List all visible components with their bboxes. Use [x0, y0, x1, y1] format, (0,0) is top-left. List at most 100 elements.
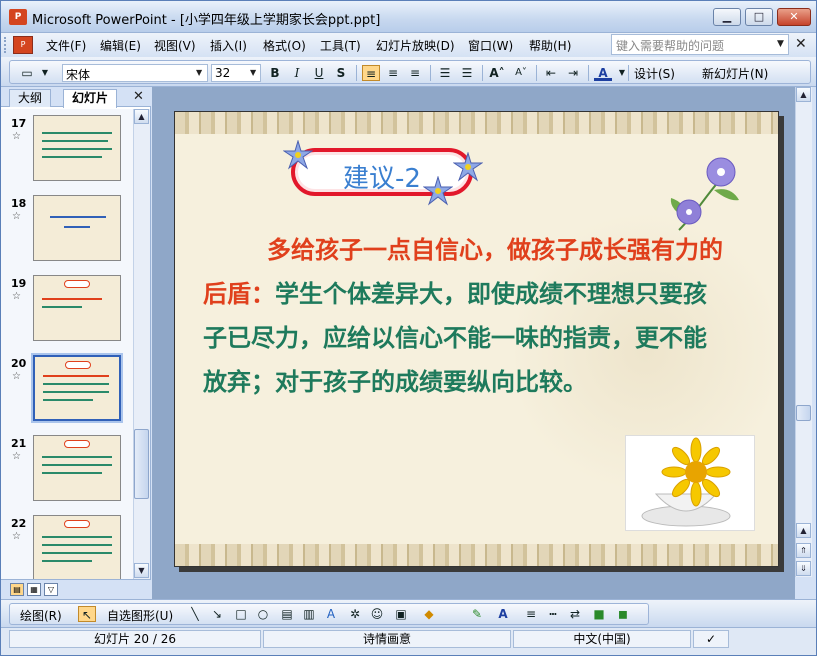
menu-file[interactable]: 文件(F) — [46, 37, 86, 54]
tab-outline[interactable]: 大纲 — [9, 89, 52, 107]
scroll-thumb[interactable] — [134, 429, 149, 499]
arrow-icon[interactable]: ↘ — [208, 606, 226, 622]
scroll-up-icon[interactable]: ▲ — [796, 87, 811, 102]
decrease-indent-icon[interactable]: ⇤ — [542, 65, 560, 81]
ppt-icon[interactable]: P — [9, 9, 27, 25]
autoshapes-button[interactable]: 自选图形(U) — [107, 607, 173, 624]
line-style-icon[interactable]: ≡ — [522, 606, 540, 622]
next-slide-icon[interactable]: ⇓ — [796, 561, 811, 576]
close-icon[interactable]: ✕ — [795, 36, 807, 52]
rectangle-icon[interactable]: □ — [232, 606, 250, 622]
arrow-style-icon[interactable]: ⇄ — [566, 606, 584, 622]
list-item[interactable]: 22 ☆ — [1, 515, 133, 579]
list-item[interactable]: 20 ☆ — [1, 353, 133, 427]
list-item[interactable]: 18 ☆ — [1, 195, 133, 267]
slide-thumbnail-selected[interactable] — [31, 353, 123, 423]
menu-help[interactable]: 帮助(H) — [529, 37, 571, 54]
drawing-toolbar: 绘图(R) ↖ 自选图形(U) ╲ ↘ □ ○ ▤ ▥ A ✲ ☺ ▣ ◆ ✎ … — [1, 599, 816, 627]
picture-icon[interactable]: ▣ — [392, 606, 410, 622]
design-button[interactable]: 设计(S) — [634, 65, 675, 82]
menu-slideshow[interactable]: 幻灯片放映(D) — [376, 37, 455, 54]
align-left-button[interactable]: ≡ — [362, 65, 380, 81]
new-document-icon[interactable]: ▭ — [18, 65, 36, 81]
slides-panel: 大纲 幻灯片 ✕ 17 ☆ 18 ☆ 19 ☆ 20 ☆ 21 ☆ 22 ☆ ▲… — [1, 87, 151, 599]
menu-window[interactable]: 窗口(W) — [468, 37, 513, 54]
scroll-up-icon[interactable]: ▲ — [134, 109, 149, 124]
thumb-text-line — [42, 544, 112, 546]
slide-thumbnail[interactable] — [33, 435, 121, 501]
diagram-icon[interactable]: ✲ — [346, 606, 364, 622]
align-center-button[interactable]: ≡ — [384, 65, 402, 81]
shadow-style-icon[interactable]: ■ — [590, 606, 608, 622]
panel-scrollbar[interactable]: ▲ ▼ — [133, 109, 150, 579]
increase-font-icon[interactable]: A˄ — [488, 65, 506, 81]
toolbar-grip[interactable] — [4, 37, 8, 53]
thumb-text-line — [43, 375, 109, 377]
list-item[interactable]: 17 ☆ — [1, 115, 133, 187]
slide-editing-area: 建议-2 多给孩子一点自信心，做孩子成长强有力的后盾：学生个体差异大，即使成绩不… — [152, 87, 795, 599]
textbox-icon[interactable]: ▤ — [278, 606, 296, 622]
scroll-down-icon[interactable]: ▼ — [134, 563, 149, 578]
scroll-down-icon[interactable]: ▲ — [796, 523, 811, 538]
menu-insert[interactable]: 插入(I) — [210, 37, 247, 54]
tab-slides[interactable]: 幻灯片 — [63, 89, 118, 108]
new-slide-button[interactable]: 新幻灯片(N) — [702, 65, 768, 82]
normal-view-icon[interactable]: ▤ — [10, 583, 24, 596]
bold-button[interactable]: B — [266, 65, 284, 81]
font-color-icon[interactable]: A — [494, 606, 512, 622]
chevron-down-icon[interactable]: ▼ — [250, 68, 256, 77]
scroll-thumb[interactable] — [796, 405, 811, 421]
slide-scrollbar[interactable]: ▲ ▲ ⇑ ⇓ — [795, 87, 812, 577]
font-name-select[interactable]: 宋体 — [62, 64, 208, 82]
slide-body-text[interactable]: 多给孩子一点自信心，做孩子成长强有力的后盾：学生个体差异大，即使成绩不理想只要孩… — [203, 228, 723, 404]
draw-menu-button[interactable]: 绘图(R) — [20, 607, 62, 624]
shadow-button[interactable]: S — [332, 65, 350, 81]
list-item[interactable]: 21 ☆ — [1, 435, 133, 507]
help-search-input[interactable]: 键入需要帮助的问题 — [611, 34, 789, 55]
italic-button[interactable]: I — [288, 65, 306, 81]
document-icon[interactable]: P — [13, 36, 33, 54]
separator — [356, 65, 357, 81]
wordart-icon[interactable]: A — [322, 606, 340, 622]
close-icon[interactable]: ✕ — [133, 89, 144, 104]
slideshow-icon[interactable]: ▽ — [44, 583, 58, 596]
clipart-icon[interactable]: ☺ — [368, 606, 386, 622]
menu-format[interactable]: 格式(O) — [263, 37, 306, 54]
increase-indent-icon[interactable]: ⇥ — [564, 65, 582, 81]
numbered-list-icon[interactable]: ☰ — [436, 65, 454, 81]
current-slide[interactable]: 建议-2 多给孩子一点自信心，做孩子成长强有力的后盾：学生个体差异大，即使成绩不… — [174, 111, 779, 567]
menu-tools[interactable]: 工具(T) — [320, 37, 361, 54]
line-color-icon[interactable]: ✎ — [468, 606, 486, 622]
font-color-button[interactable]: A — [594, 65, 612, 81]
chevron-down-icon[interactable]: ▼ — [777, 39, 784, 49]
spelling-icon[interactable]: ✓ — [693, 630, 729, 648]
previous-slide-icon[interactable]: ⇑ — [796, 543, 811, 558]
align-right-button[interactable]: ≡ — [406, 65, 424, 81]
3d-style-icon[interactable]: ◼ — [614, 606, 632, 622]
slide-thumbnail[interactable] — [33, 515, 121, 579]
slide-thumbnail[interactable] — [33, 195, 121, 261]
slide-thumbnail[interactable] — [33, 115, 121, 181]
ellipse-icon[interactable]: ○ — [254, 606, 272, 622]
chevron-down-icon[interactable]: ▼ — [36, 65, 54, 81]
coffee-cup-photo[interactable] — [625, 435, 755, 531]
line-icon[interactable]: ╲ — [186, 606, 204, 622]
slide-sorter-icon[interactable]: ▦ — [27, 583, 41, 596]
thumb-text-line — [64, 226, 90, 228]
menu-view[interactable]: 视图(V) — [154, 37, 196, 54]
close-button[interactable]: ✕ — [777, 8, 811, 26]
dash-style-icon[interactable]: ┅ — [544, 606, 562, 622]
maximize-button[interactable]: □ — [745, 8, 773, 26]
chevron-down-icon[interactable]: ▼ — [196, 68, 202, 77]
fill-color-icon[interactable]: ◆ — [420, 606, 438, 622]
underline-button[interactable]: U — [310, 65, 328, 81]
bullet-list-icon[interactable]: ☰ — [458, 65, 476, 81]
decrease-font-icon[interactable]: A˅ — [512, 65, 530, 81]
slide-thumbnail[interactable] — [33, 275, 121, 341]
minimize-button[interactable]: ▁ — [713, 8, 741, 26]
list-item[interactable]: 19 ☆ — [1, 275, 133, 347]
vertical-textbox-icon[interactable]: ▥ — [300, 606, 318, 622]
design-template-name: 诗情画意 — [263, 630, 511, 648]
menu-edit[interactable]: 编辑(E) — [100, 37, 141, 54]
select-cursor-icon[interactable]: ↖ — [78, 606, 96, 622]
